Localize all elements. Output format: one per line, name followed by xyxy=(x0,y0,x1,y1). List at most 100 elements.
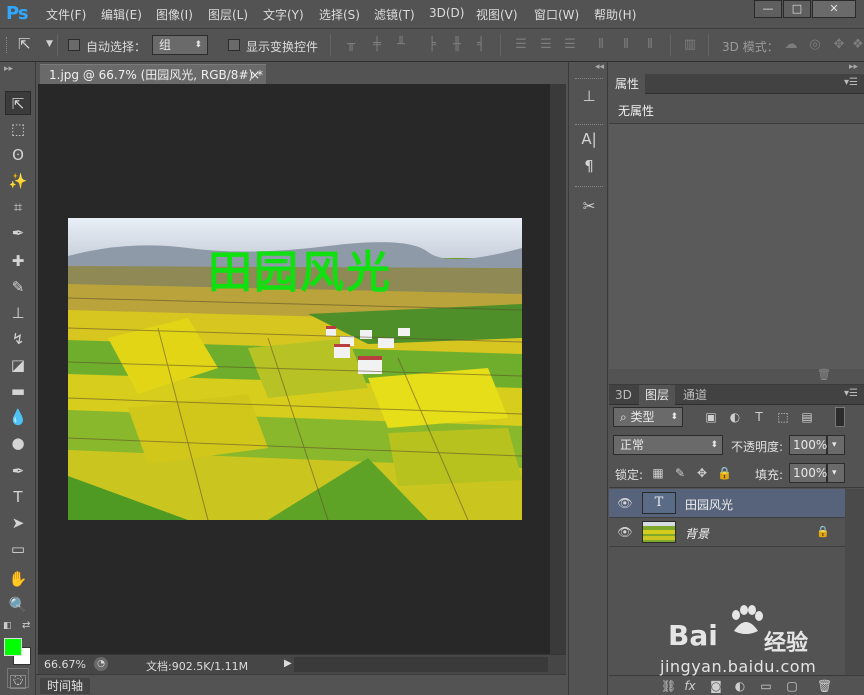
tool-presets-icon[interactable]: ⊥ xyxy=(577,84,601,108)
align-top-icon[interactable]: ╥ xyxy=(344,38,358,52)
menu-view[interactable]: 视图(V) xyxy=(476,6,518,23)
blend-mode-dropdown[interactable]: 正常 ⬍ xyxy=(613,435,723,455)
align-right-icon[interactable]: ╡ xyxy=(474,38,488,52)
lasso-tool-icon[interactable]: ʘ xyxy=(5,143,31,167)
document-tab[interactable]: 1.jpg @ 66.7% (田园风光, RGB/8#) * × xyxy=(40,64,266,84)
3d-pan-icon[interactable]: ✥ xyxy=(832,38,846,52)
dodge-tool-icon[interactable]: ● xyxy=(5,431,31,455)
lock-position-icon[interactable]: ✥ xyxy=(695,466,709,480)
collapse-icon[interactable]: ◂◂ xyxy=(595,62,604,72)
panel-menu-icon[interactable]: ▾☰ xyxy=(844,77,858,88)
menu-select[interactable]: 选择(S) xyxy=(319,6,360,23)
type-tool-icon[interactable]: T xyxy=(5,485,31,509)
align-hcenter-icon[interactable]: ╫ xyxy=(450,38,464,52)
collapse-icon[interactable]: ▸▸ xyxy=(4,64,13,74)
distribute-vcenter-icon[interactable]: ☰ xyxy=(539,38,553,52)
hand-tool-icon[interactable]: ✋ xyxy=(5,567,31,591)
opacity-input[interactable]: 100% xyxy=(789,435,827,455)
photo-text-layer[interactable]: 田园风光 xyxy=(208,236,392,300)
vertical-scrollbar[interactable] xyxy=(550,84,566,654)
filter-shape-icon[interactable]: ⬚ xyxy=(776,410,790,424)
filter-toggle[interactable] xyxy=(835,407,845,427)
horizontal-scrollbar[interactable] xyxy=(294,657,548,672)
close-button[interactable]: ✕ xyxy=(812,0,856,18)
layer-name[interactable]: 背景 xyxy=(685,525,709,542)
status-info-icon[interactable]: ◔ xyxy=(94,657,108,671)
lock-image-icon[interactable]: ✎ xyxy=(673,466,687,480)
menu-filter[interactable]: 滤镜(T) xyxy=(374,6,415,23)
tab-properties[interactable]: 属性 xyxy=(609,74,646,94)
distribute-top-icon[interactable]: ☰ xyxy=(514,38,528,52)
3d-roll-icon[interactable]: ◎ xyxy=(808,38,822,52)
maximize-button[interactable]: □ xyxy=(783,0,811,18)
paragraph-panel-icon[interactable]: ¶ xyxy=(577,154,601,178)
layer-row-text[interactable]: 👁 T 田园风光 xyxy=(609,489,845,518)
character-panel-icon[interactable]: A| xyxy=(577,127,601,151)
distribute-left-icon[interactable]: ⦀ xyxy=(594,38,608,52)
fill-input[interactable]: 100% xyxy=(789,463,827,483)
menu-type[interactable]: 文字(Y) xyxy=(263,6,304,23)
healing-brush-tool-icon[interactable]: ✚ xyxy=(5,249,31,273)
menu-window[interactable]: 窗口(W) xyxy=(534,6,579,23)
timeline-tab[interactable]: 时间轴 xyxy=(40,678,91,694)
align-vcenter-icon[interactable]: ╪ xyxy=(370,38,384,52)
gradient-tool-icon[interactable]: ▬ xyxy=(5,379,31,403)
filter-smart-object-icon[interactable]: ▤ xyxy=(800,410,814,424)
menu-layer[interactable]: 图层(L) xyxy=(208,6,248,23)
visibility-eye-icon[interactable]: 👁 xyxy=(617,496,633,510)
tools-panel-icon[interactable]: ✂ xyxy=(577,194,601,218)
magic-wand-tool-icon[interactable]: ✨ xyxy=(5,169,31,193)
align-left-icon[interactable]: ╞ xyxy=(425,38,439,52)
align-bottom-icon[interactable]: ╨ xyxy=(394,38,408,52)
distribute-hcenter-icon[interactable]: ⦀ xyxy=(619,38,633,52)
rectangle-tool-icon[interactable]: ▭ xyxy=(5,537,31,561)
auto-align-icon[interactable]: ▥ xyxy=(683,38,697,52)
layer-name[interactable]: 田园风光 xyxy=(685,496,733,513)
3d-slide-icon[interactable]: ❖ xyxy=(852,38,864,52)
status-menu-arrow-icon[interactable]: ▶ xyxy=(284,658,292,669)
eyedropper-tool-icon[interactable]: ✒ xyxy=(5,221,31,245)
visibility-eye-icon[interactable]: 👁 xyxy=(617,525,633,539)
pen-tool-icon[interactable]: ✒ xyxy=(5,459,31,483)
zoom-tool-icon[interactable]: 🔍 xyxy=(5,593,31,617)
move-tool-icon[interactable]: ⇱ xyxy=(5,91,31,115)
show-transform-checkbox[interactable] xyxy=(228,39,240,51)
auto-select-checkbox[interactable] xyxy=(68,39,80,51)
path-selection-tool-icon[interactable]: ➤ xyxy=(5,511,31,535)
blur-tool-icon[interactable]: 💧 xyxy=(5,405,31,429)
3d-orbit-icon[interactable]: ☁ xyxy=(784,38,798,52)
brush-tool-icon[interactable]: ✎ xyxy=(5,275,31,299)
tab-layers[interactable]: 图层 xyxy=(639,385,676,405)
opacity-dropdown-icon[interactable]: ▾ xyxy=(827,435,845,455)
layer-filter-dropdown[interactable]: ⌕ 类型 ⬍ xyxy=(613,407,683,427)
auto-select-dropdown[interactable]: 组 ⬍ xyxy=(152,35,208,55)
menu-3d[interactable]: 3D(D) xyxy=(429,6,464,20)
menu-file[interactable]: 文件(F) xyxy=(46,6,86,23)
zoom-level[interactable]: 66.67% xyxy=(44,658,86,671)
lock-all-icon[interactable]: 🔒 xyxy=(717,466,732,480)
trash-icon[interactable]: 🗑 xyxy=(817,368,831,381)
swap-colors-icon[interactable]: ⇄ xyxy=(22,620,30,631)
menu-help[interactable]: 帮助(H) xyxy=(594,6,636,23)
marquee-tool-icon[interactable]: ⬚ xyxy=(5,117,31,141)
tab-channels[interactable]: 通道 xyxy=(677,385,713,405)
filter-pixel-icon[interactable]: ▣ xyxy=(704,410,718,424)
lock-transparent-icon[interactable]: ▦ xyxy=(651,466,665,480)
distribute-right-icon[interactable]: ⦀ xyxy=(643,38,657,52)
history-brush-tool-icon[interactable]: ↯ xyxy=(5,327,31,351)
minimize-button[interactable]: — xyxy=(754,0,782,18)
fill-dropdown-icon[interactable]: ▾ xyxy=(827,463,845,483)
close-tab-icon[interactable]: × xyxy=(250,65,260,85)
tab-3d[interactable]: 3D xyxy=(609,385,638,405)
crop-tool-icon[interactable]: ⌗ xyxy=(5,195,31,219)
menu-image[interactable]: 图像(I) xyxy=(156,6,193,23)
foreground-color-swatch[interactable] xyxy=(4,638,22,656)
clone-stamp-tool-icon[interactable]: ⊥ xyxy=(5,301,31,325)
eraser-tool-icon[interactable]: ◪ xyxy=(5,353,31,377)
panel-menu-icon[interactable]: ▾☰ xyxy=(844,388,858,399)
move-tool-preset-icon[interactable]: ⇱ xyxy=(18,35,31,53)
collapse-icon[interactable]: ▸▸ xyxy=(849,62,858,72)
distribute-bottom-icon[interactable]: ☰ xyxy=(563,38,577,52)
default-colors-icon[interactable]: ◧ xyxy=(3,621,12,631)
chevron-down-icon[interactable]: ▼ xyxy=(46,39,53,49)
